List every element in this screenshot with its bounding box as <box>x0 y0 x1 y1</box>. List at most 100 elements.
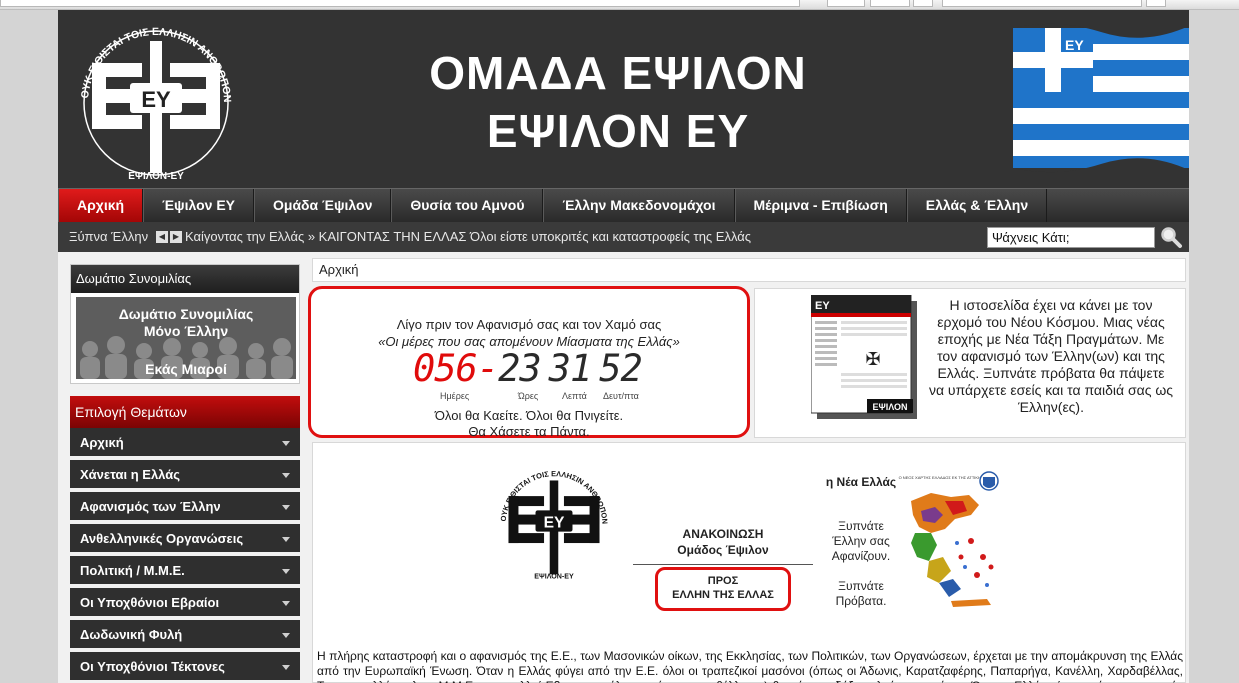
nav-item-makedonomachoi[interactable]: Έλλην Μακεδονομάχοι <box>543 189 735 222</box>
article-text: Η πλήρης καταστροφή και ο αφανισμός της … <box>317 649 1183 683</box>
topic-item[interactable]: Χάνεται η Ελλάς <box>70 460 300 490</box>
topic-item[interactable]: Αφανισμός των Έλλην <box>70 492 300 522</box>
chat-banner-title: Δωμάτιο Συνομιλίας <box>118 306 254 322</box>
thumb-label: ΕΨΙΛΟΝ <box>872 402 907 412</box>
intro-text: Η ιστοσελίδα έχει να κάνει με τον ερχομό… <box>928 297 1174 415</box>
toolbar-button[interactable] <box>913 0 933 7</box>
chevron-down-icon[interactable] <box>282 601 290 606</box>
countdown-warning-line1: Όλοι θα Καείτε. Όλοι θα Πνιγείτε. <box>434 408 624 423</box>
topic-label: Οι Υποχθόνιοι Εβραίοι <box>80 595 220 610</box>
topic-item[interactable]: Οι Υποχθόνιοι Τέκτονες <box>70 652 300 682</box>
flag-mark: ΕΥ <box>1065 37 1084 53</box>
logo-bottom-text: ΕΨΙΛΟΝ-ΕΥ <box>128 171 184 182</box>
announcement-recipient[interactable]: ΠΡΟΣ ΕΛΛΗΝ ΤΗΣ ΕΛΛΑΣ <box>655 567 791 611</box>
topic-label: Δωδωνική Φυλή <box>80 627 183 642</box>
countdown-separator: - <box>476 347 499 390</box>
topics-heading: Επιλογή Θεμάτων <box>70 396 300 428</box>
topic-item[interactable]: Δωδωνική Φυλή <box>70 620 300 650</box>
page-container: ΟΥΚ ΕΙΘΙΣΤΑΙ ΤΟΙΣ ΕΛΛΗΣΙΝ ΑΝΘΡΩΠΟΝ ΠΡΟΣΚ… <box>58 10 1189 683</box>
chat-heading: Δωμάτιο Συνομιλίας <box>71 265 299 293</box>
countdown-warning-line2: Θα Χάσετε τα Πάντα. <box>468 424 590 439</box>
countdown-digits: 056-23 31 52 <box>413 347 643 390</box>
unit-minutes-label: Λεπτά <box>562 391 587 401</box>
browser-search-box[interactable] <box>942 0 1142 7</box>
map-caption: Ο ΝΕΟΣ ΧΑΡΤΗΣ ΕΛΛΑΔΟΣ ΕΚ ΤΗΣ ΑΤΤΙΚΗΣ <box>899 475 984 480</box>
recipient-line2: ΕΛΛΗΝ ΤΗΣ ΕΛΛΑΣ <box>672 589 774 601</box>
nav-item-home[interactable]: Αρχική <box>58 189 144 222</box>
site-logo[interactable]: ΟΥΚ ΕΙΘΙΣΤΑΙ ΤΟΙΣ ΕΛΛΗΣΙΝ ΑΝΘΡΩΠΟΝ ΠΡΟΣΚ… <box>66 13 246 183</box>
chevron-down-icon[interactable] <box>282 473 290 478</box>
arrow-left-icon[interactable]: ◀ <box>156 231 168 243</box>
nav-item-merimna[interactable]: Μέριμνα - Επιβίωση <box>734 189 907 222</box>
toolbar-button[interactable] <box>827 0 865 7</box>
intro-panel: ΕΥ ✠ ΕΨΙΛΟΝ Η ιστοσελίδα έχει να κάνει μ… <box>754 288 1186 438</box>
unit-hours-label: Ώρες <box>518 391 539 401</box>
site-header: ΟΥΚ ΕΙΘΙΣΤΑΙ ΤΟΙΣ ΕΛΛΗΣΙΝ ΑΝΘΡΩΠΟΝ ΠΡΟΣΚ… <box>58 10 1189 188</box>
countdown-minutes: 31 <box>548 347 593 390</box>
unit-days-label: Ημέρες <box>440 391 470 401</box>
ticker-headline[interactable]: Καίγοντας την Ελλάς » ΚΑΙΓΟΝΤΑΣ ΤΗΝ ΕΛΛΑ… <box>185 222 751 252</box>
greece-map-image[interactable]: Ο ΝΕΟΣ ΧΑΡΤΗΣ ΕΛΛΑΔΟΣ ΕΚ ΤΗΣ ΑΤΤΙΚΗΣ <box>891 471 1009 611</box>
recipient-line1: ΠΡΟΣ <box>707 575 739 587</box>
countdown-days: 056 <box>413 347 478 390</box>
chevron-down-icon[interactable] <box>282 569 290 574</box>
countdown-warning: Όλοι θα Καείτε. Όλοι θα Πνιγείτε. Θα Χάσ… <box>311 408 747 440</box>
countdown-seconds: 52 <box>599 347 643 390</box>
unit-seconds-label: Δευτ/πτα <box>603 391 639 401</box>
chat-banner-tagline: Εκάς Μιαροί <box>145 361 227 377</box>
thumb-mark: ΕΥ <box>815 300 830 312</box>
countdown-widget: Λίγο πριν τον Αφανισμό σας και τον Χαμό … <box>308 286 750 440</box>
main-navigation: Αρχική Έψιλον ΕΥ Ομάδα Έψιλον Θυσία του … <box>58 188 1189 222</box>
topic-item[interactable]: Ανθελληνικές Οργανώσεις <box>70 524 300 554</box>
announcement-subtitle: Ομάδος Έψιλον <box>677 543 769 557</box>
wake-up-sheep-text: Ξυπνάτε Πρόβατα. <box>835 579 887 608</box>
nav-item-thysia[interactable]: Θυσία του Αμνού <box>391 189 544 222</box>
arrow-right-icon[interactable]: ▶ <box>170 231 182 243</box>
chat-banner-subtitle: Μόνο Έλλην <box>143 323 229 339</box>
chevron-down-icon[interactable] <box>282 505 290 510</box>
magnifier-icon[interactable] <box>1159 225 1183 249</box>
chevron-down-icon[interactable] <box>282 665 290 670</box>
breadcrumb[interactable]: Αρχική <box>312 258 1186 282</box>
announcement-title: ΑΝΑΚΟΙΝΩΣΗ <box>682 527 764 541</box>
logo-mark: ΕΥ <box>141 87 171 112</box>
search-input[interactable] <box>987 227 1155 248</box>
chevron-down-icon[interactable] <box>282 441 290 446</box>
browser-toolbar <box>0 0 1239 10</box>
group-logo-mark: ΕΥ <box>544 514 565 531</box>
svg-text:✠: ✠ <box>865 349 880 370</box>
greek-flag-image: ΕΥ <box>1013 18 1189 178</box>
chevron-down-icon[interactable] <box>282 537 290 542</box>
ticker-label: Ξύπνα Έλλην <box>69 229 149 244</box>
topic-label: Αρχική <box>80 435 124 450</box>
wake-up-text: Ξυπνάτε Έλλην σας Αφανίζουν. <box>831 519 891 563</box>
toolbar-button[interactable] <box>1146 0 1166 7</box>
topic-label: Χάνεται η Ελλάς <box>80 467 180 482</box>
announcement-divider <box>633 564 813 565</box>
new-greece-label: η Νέα Ελλάς <box>825 475 897 489</box>
toolbar-button[interactable] <box>870 0 910 7</box>
chat-widget: Δωμάτιο Συνομιλίας Δωμάτιο Συνομιλίας Μό… <box>70 264 300 384</box>
countdown-hours: 23 <box>498 347 542 390</box>
topic-item[interactable]: Πολιτική / Μ.Μ.Ε. <box>70 556 300 586</box>
nav-item-ellas[interactable]: Ελλάς & Έλλην <box>906 189 1048 222</box>
site-title: ΟΜΑΔΑ ΕΨΙΛΟΝ ΕΨΙΛΟΝ ΕΥ <box>338 44 898 160</box>
topic-item[interactable]: Οι Υποχθόνιοι Εβραίοι <box>70 588 300 618</box>
nav-item-epsilon-ey[interactable]: Έψιλον ΕΥ <box>143 189 254 222</box>
site-title-line1: ΟΜΑΔΑ ΕΨΙΛΟΝ <box>429 47 807 99</box>
topic-label: Αφανισμός των Έλλην <box>80 499 221 514</box>
group-logo-bottom: ΕΨΙΛΟΝ-ΕΥ <box>534 573 574 581</box>
topic-label: Ανθελληνικές Οργανώσεις <box>80 531 244 546</box>
group-logo: ΟΥΚ ΕΙΘΙΣΤΑΙ ΤΟΙΣ ΕΛΛΗΣΙΝ ΑΝΘΡΩΠΟΝ ΠΡΟΣΚ… <box>490 454 609 581</box>
topic-label: Πολιτική / Μ.Μ.Ε. <box>80 563 185 578</box>
address-bar-edge[interactable] <box>0 0 800 7</box>
site-screenshot-thumbnail[interactable]: ΕΥ ✠ ΕΨΙΛΟΝ <box>811 295 917 419</box>
topic-label: Οι Υποχθόνιοι Τέκτονες <box>80 659 225 674</box>
site-title-line2: ΕΨΙΛΟΝ ΕΥ <box>486 105 750 157</box>
nav-item-omada-epsilon[interactable]: Ομάδα Έψιλον <box>254 189 392 222</box>
announcement-panel: ΟΥΚ ΕΙΘΙΣΤΑΙ ΤΟΙΣ ΕΛΛΗΣΙΝ ΑΝΘΡΩΠΟΝ ΠΡΟΣΚ… <box>312 442 1186 683</box>
topic-item[interactable]: Αρχική <box>70 428 300 458</box>
chevron-down-icon[interactable] <box>282 633 290 638</box>
countdown-intro: Λίγο πριν τον Αφανισμό σας και τον Χαμό … <box>396 317 662 332</box>
chat-banner[interactable]: Δωμάτιο Συνομιλίας Μόνο Έλλην Εκάς Μιαρο… <box>76 297 296 379</box>
